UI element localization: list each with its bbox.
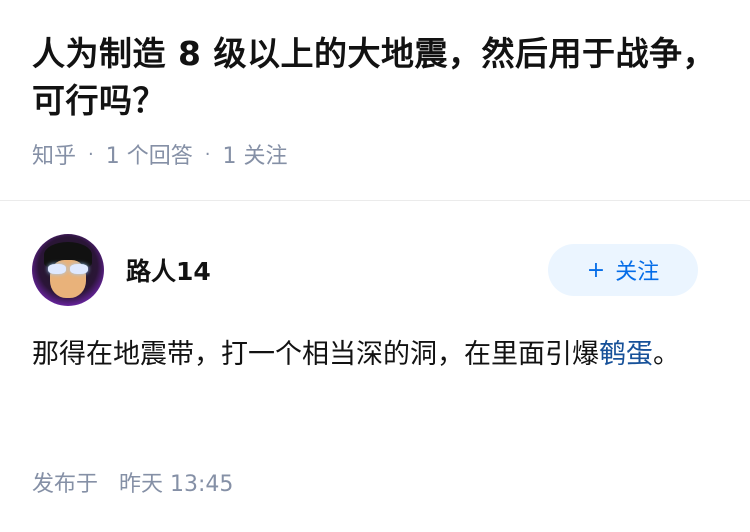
- avatar[interactable]: [32, 234, 104, 306]
- avatar-glasses: [48, 264, 88, 274]
- answer-content: 那得在地震带，打一个相当深的洞，在里面引爆鹌蛋。: [32, 330, 712, 380]
- author-name[interactable]: 路人14: [126, 252, 548, 288]
- question-meta: 知乎 · 1 个回答 · 1 关注: [32, 138, 718, 170]
- answer-text: 那得在地震带，打一个相当深的洞，在里面引爆: [32, 339, 599, 370]
- publish-info: 发布于 昨天 13:45: [32, 466, 233, 498]
- answer-link[interactable]: 鹌蛋: [599, 339, 653, 370]
- answer-count[interactable]: 1 个回答: [106, 138, 193, 170]
- plus-icon: +: [586, 257, 606, 283]
- follow-button-label: 关注: [615, 260, 660, 285]
- author-row: 路人14 + 关注: [32, 234, 698, 306]
- follow-count[interactable]: 1 关注: [222, 138, 287, 170]
- answer-text-end: 。: [653, 339, 680, 370]
- meta-separator: ·: [88, 143, 94, 165]
- question-header: 人为制造 8 级以上的大地震，然后用于战争，可行吗？ 知乎 · 1 个回答 · …: [0, 0, 750, 170]
- meta-separator: ·: [204, 143, 211, 165]
- published-label: 发布于: [32, 472, 99, 497]
- question-title[interactable]: 人为制造 8 级以上的大地震，然后用于战争，可行吗？: [32, 30, 718, 124]
- source-label[interactable]: 知乎: [32, 138, 76, 170]
- section-divider: [0, 200, 750, 201]
- published-time: 昨天 13:45: [119, 472, 234, 497]
- follow-button[interactable]: + 关注: [548, 244, 698, 296]
